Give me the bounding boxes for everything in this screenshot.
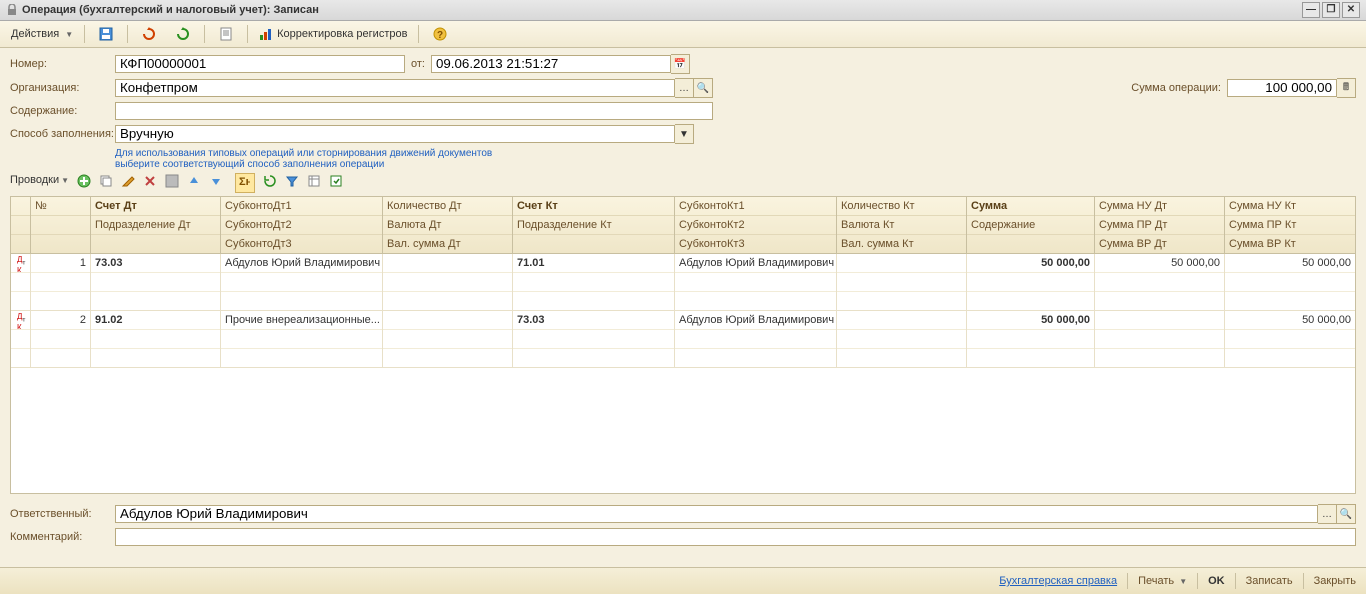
calendar-icon[interactable]: 📅 [671,54,690,74]
comment-field[interactable] [115,528,1356,546]
refresh-icon[interactable] [263,174,281,192]
table-row[interactable]: ДтКт291.02Прочие внереализационные...73.… [11,311,1355,368]
move-up-icon[interactable] [187,174,205,192]
delete-row-icon[interactable] [143,174,161,192]
hint-link-2[interactable]: выберите соответствующий способ заполнен… [115,159,384,170]
grid-body[interactable]: ДтКт173.03Абдулов Юрий Владимирович71.01… [11,254,1355,492]
refresh-green-icon[interactable] [168,23,198,45]
close-window-button[interactable]: ✕ [1342,2,1360,18]
maximize-button[interactable]: ❐ [1322,2,1340,18]
export-icon[interactable] [329,174,347,192]
move-down-icon[interactable] [209,174,227,192]
select-icon[interactable]: … [1318,504,1337,524]
help-icon[interactable]: ? [425,23,455,45]
settings-icon[interactable] [307,174,325,192]
fill-hint: Для использования типовых операций или с… [115,148,492,170]
search-icon[interactable]: 🔍 [694,78,713,98]
edit-row-icon[interactable] [121,174,139,192]
registers-button[interactable]: Корректировка регистров [254,23,412,45]
save-row-icon[interactable] [165,174,183,192]
close-button[interactable]: Закрыть [1314,575,1356,587]
entries-menu[interactable]: Проводки▼ [10,174,69,192]
fill-label: Способ заполнения: [10,128,115,140]
filter-icon[interactable] [285,174,303,192]
grid-header: № Счет ДтПодразделение Дт СубконтоДт1Суб… [11,197,1355,254]
svg-text:Σн: Σн [239,176,250,188]
report-link[interactable]: Бухгалтерская справка [999,575,1117,587]
responsible-field[interactable] [115,505,1318,523]
comment-label: Комментарий: [10,531,115,543]
chevron-down-icon[interactable]: ▼ [675,124,694,144]
titlebar: Операция (бухгалтерский и налоговый учет… [0,0,1366,21]
content-label: Содержание: [10,105,115,117]
org-field[interactable] [115,79,675,97]
ok-button[interactable]: OK [1208,575,1225,587]
date-field[interactable] [431,55,671,73]
calculator-icon[interactable]: 🖩 [1337,78,1356,98]
hint-link[interactable]: Для использования типовых операций или с… [115,148,492,159]
main-toolbar: Действия▼ Корректировка регистров ? [0,21,1366,48]
report-icon[interactable] [211,23,241,45]
minimize-button[interactable]: — [1302,2,1320,18]
search-icon[interactable]: 🔍 [1337,504,1356,524]
org-label: Организация: [10,82,115,94]
svg-text:?: ? [437,30,443,41]
bottom-form: Ответственный: … 🔍 Комментарий: [0,498,1366,552]
table-row[interactable]: ДтКт173.03Абдулов Юрий Владимирович71.01… [11,254,1355,311]
select-icon[interactable]: … [675,78,694,98]
entries-toolbar: Проводки▼ Σн [10,170,1356,196]
add-row-icon[interactable] [77,174,95,192]
copy-row-icon[interactable] [99,174,117,192]
save-icon[interactable] [91,23,121,45]
save-button[interactable]: Записать [1246,575,1293,587]
sigma-icon[interactable]: Σн [235,173,255,193]
content-field[interactable] [115,102,713,120]
fill-method-field[interactable] [115,125,675,143]
responsible-label: Ответственный: [10,508,115,520]
lock-icon [6,4,18,16]
actions-menu[interactable]: Действия▼ [6,23,78,45]
sum-label: Сумма операции: [1131,82,1221,94]
entries-grid: № Счет ДтПодразделение Дт СубконтоДт1Суб… [10,196,1356,494]
print-button[interactable]: Печать ▼ [1138,575,1187,587]
number-label: Номер: [10,58,115,70]
footer: Бухгалтерская справка Печать ▼ OK Записа… [0,567,1366,594]
window-title: Операция (бухгалтерский и налоговый учет… [22,0,319,20]
form-area: Номер: от: 📅 Организация: … 🔍 Сумма опер… [0,48,1366,498]
date-label: от: [411,58,425,70]
sum-field[interactable] [1227,79,1337,97]
number-field[interactable] [115,55,405,73]
refresh-red-icon[interactable] [134,23,164,45]
